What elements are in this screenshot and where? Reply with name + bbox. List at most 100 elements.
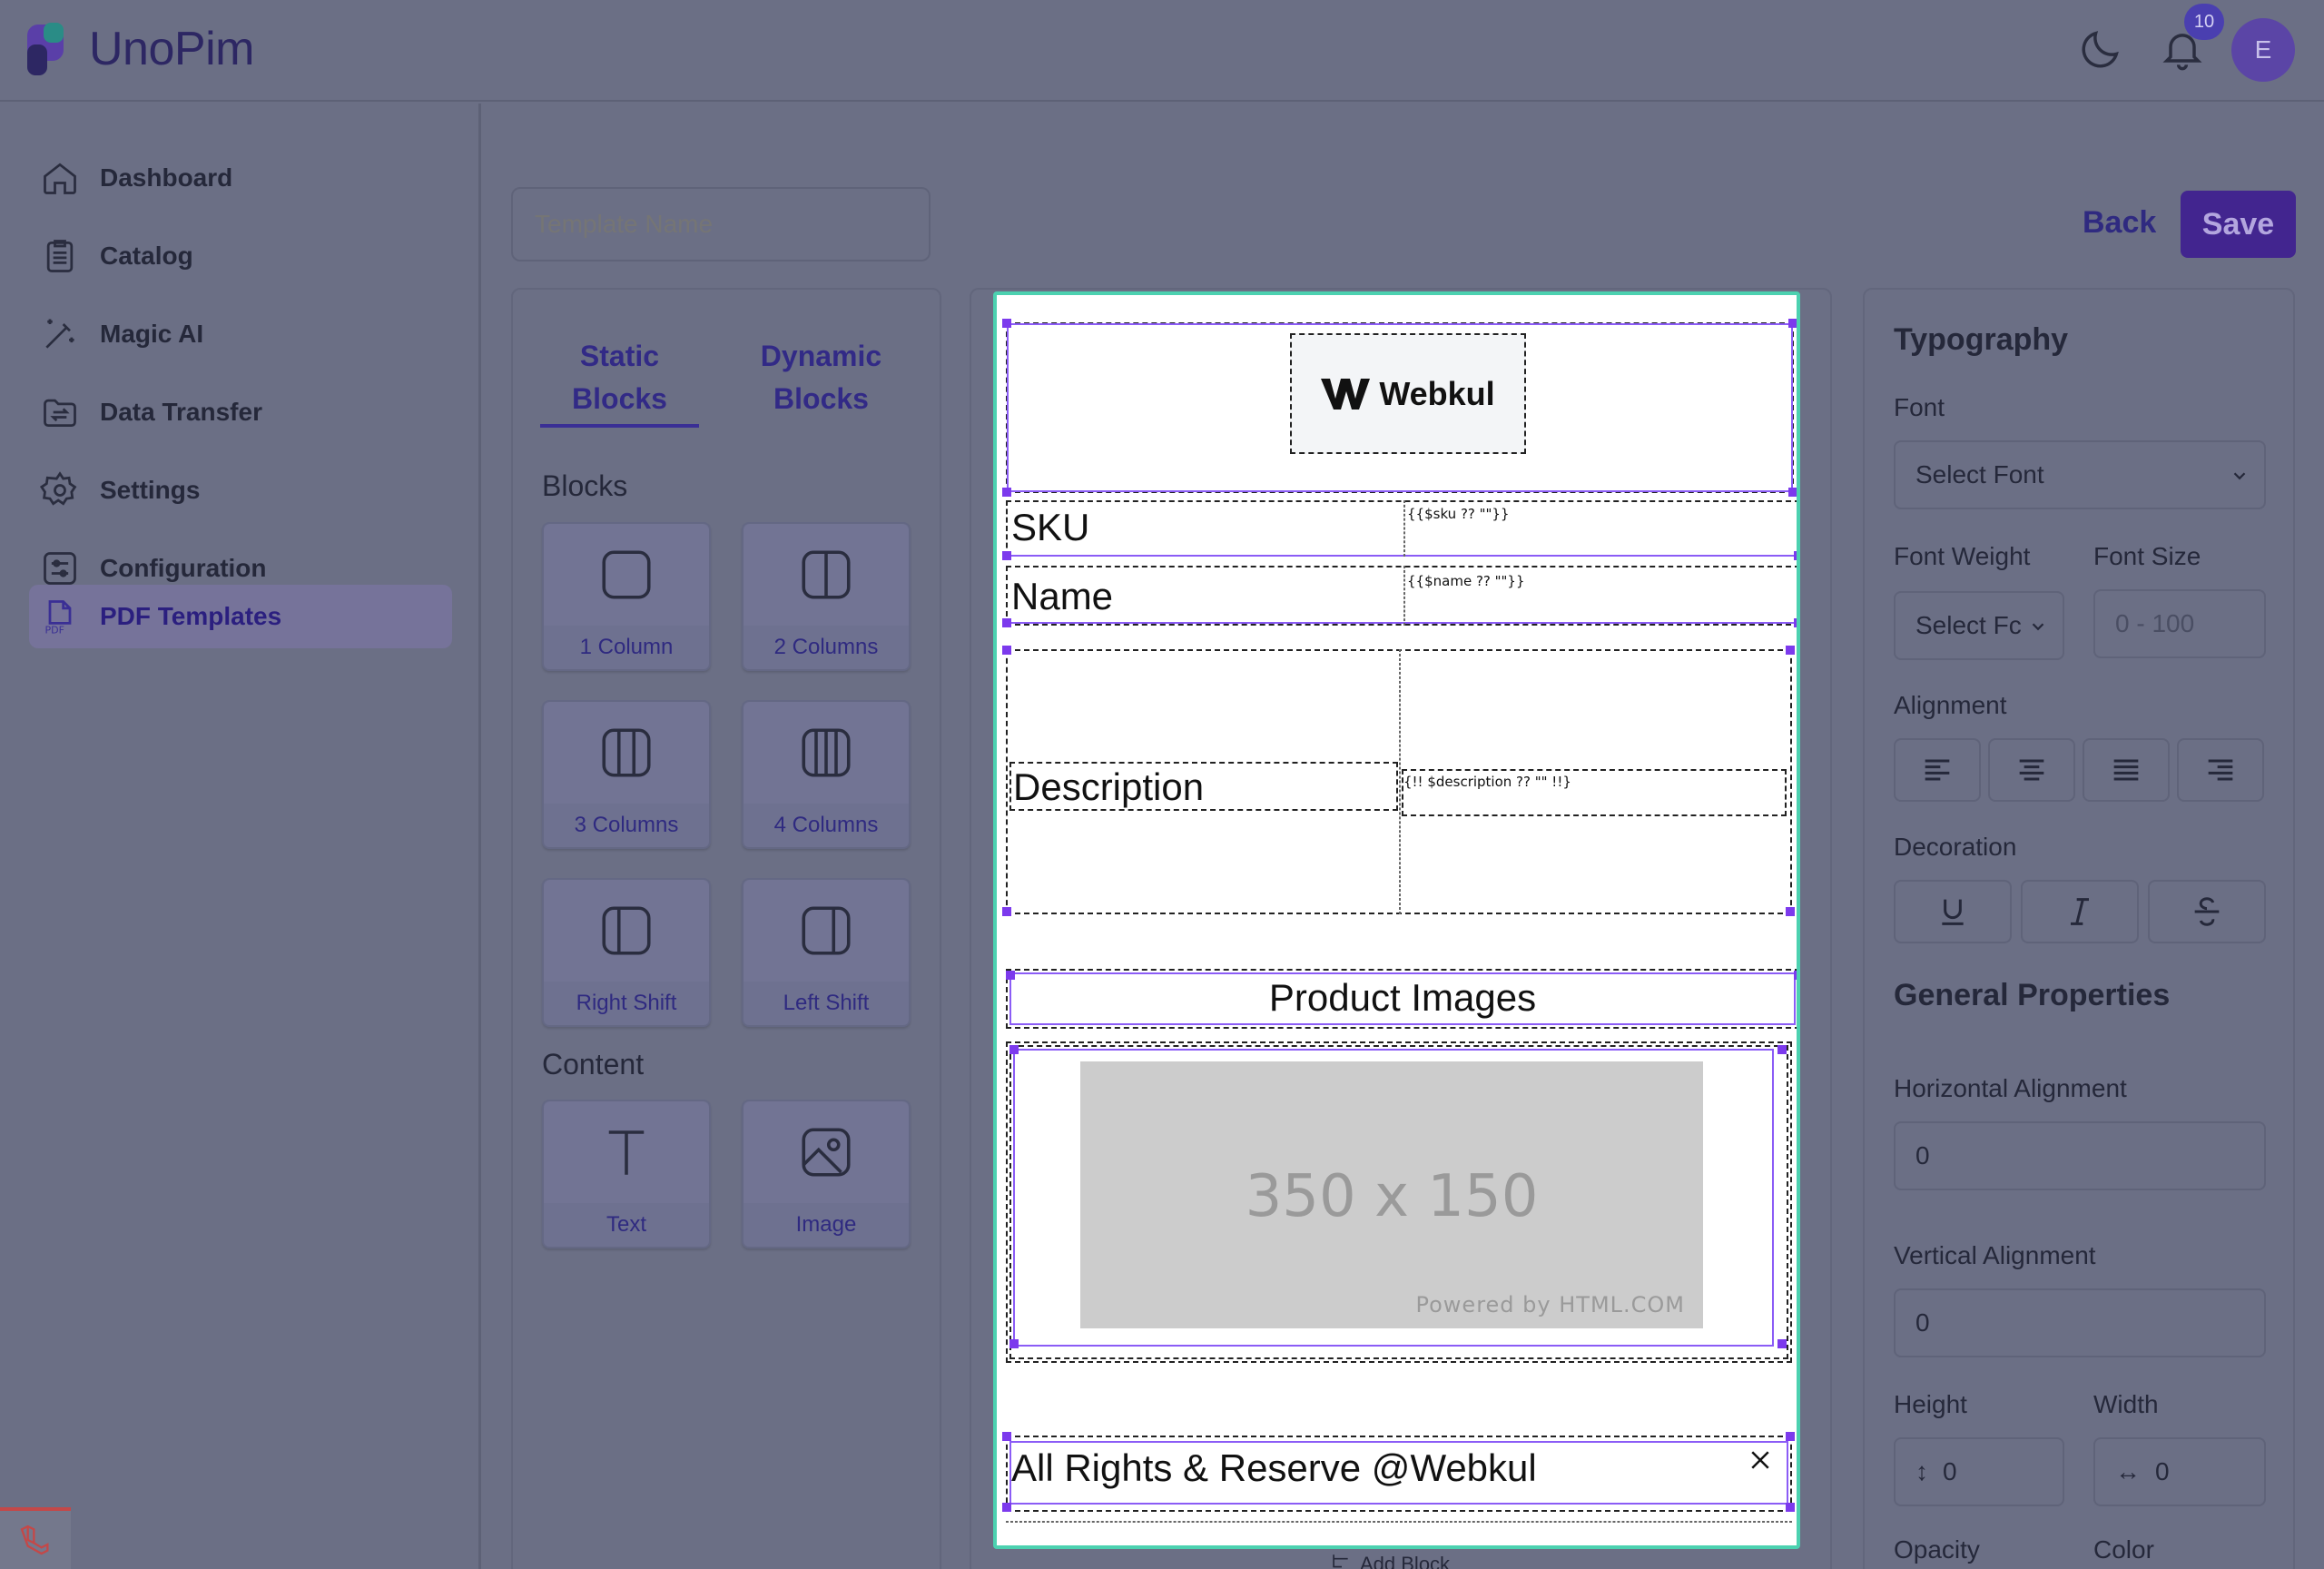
underline-button[interactable] bbox=[1894, 880, 2012, 943]
sidebar-item-pdf-templates[interactable]: PDF PDF Templates bbox=[29, 585, 452, 648]
app-name: UnoPim bbox=[89, 23, 254, 75]
save-button[interactable]: Save bbox=[2181, 191, 2296, 258]
three-columns-icon bbox=[602, 728, 651, 777]
sidebar-item-label: Magic AI bbox=[100, 320, 204, 348]
template-name-input[interactable] bbox=[511, 187, 931, 262]
align-center-button[interactable] bbox=[1988, 738, 2075, 802]
magic-wand-icon bbox=[45, 319, 74, 349]
block-2-columns[interactable]: 2 Columns bbox=[742, 522, 911, 671]
align-left-button[interactable] bbox=[1894, 738, 1981, 802]
vertical-arrows-icon: ↕ bbox=[1915, 1457, 1928, 1485]
sidebar-item-data-transfer[interactable]: Data Transfer bbox=[29, 380, 452, 444]
two-columns-icon bbox=[802, 550, 851, 599]
chevron-down-icon bbox=[2032, 623, 2044, 631]
sidebar-item-settings[interactable]: Settings bbox=[29, 459, 452, 522]
notification-count-badge: 10 bbox=[2184, 4, 2224, 40]
logo-image[interactable]: Webkul bbox=[1290, 333, 1526, 454]
name-label[interactable]: Name bbox=[1011, 575, 1113, 618]
block-right-shift[interactable]: Right Shift bbox=[542, 878, 711, 1027]
align-justify-button[interactable] bbox=[2083, 738, 2170, 802]
vertical-alignment-value: 0 bbox=[1915, 1308, 1930, 1337]
sidebar-item-magic-ai[interactable]: Magic AI bbox=[29, 302, 452, 366]
catalog-icon bbox=[46, 240, 74, 272]
laravel-icon[interactable] bbox=[0, 1507, 71, 1569]
close-icon[interactable] bbox=[1747, 1446, 1774, 1474]
content-section-title: Content bbox=[542, 1048, 645, 1081]
height-value: 0 bbox=[1943, 1457, 1957, 1485]
font-select[interactable]: Select Font bbox=[1894, 440, 2266, 509]
horizontal-alignment-input[interactable]: 0 bbox=[1894, 1121, 2266, 1190]
back-button[interactable]: Back bbox=[2083, 187, 2156, 258]
user-avatar[interactable]: E bbox=[2231, 18, 2295, 82]
block-label: 2 Columns bbox=[773, 635, 879, 659]
product-images-heading[interactable]: Product Images bbox=[1009, 976, 1796, 1020]
sidebar-item-label: Dashboard bbox=[100, 163, 233, 192]
pdf-icon: PDF bbox=[45, 600, 72, 636]
strikethrough-button[interactable] bbox=[2148, 880, 2266, 943]
tab-static-blocks[interactable]: Static Blocks bbox=[540, 335, 699, 428]
font-size-placeholder: 0 - 100 bbox=[2115, 609, 2195, 637]
vertical-alignment-input[interactable]: 0 bbox=[1894, 1288, 2266, 1357]
one-column-icon bbox=[602, 550, 651, 599]
home-icon bbox=[44, 163, 76, 194]
description-label[interactable]: Description bbox=[1013, 765, 1204, 809]
sidebar-item-label: Catalog bbox=[100, 242, 193, 270]
block-label: 4 Columns bbox=[773, 813, 879, 837]
general-properties-title: General Properties bbox=[1894, 978, 2171, 1012]
horizontal-alignment-label: Horizontal Alignment bbox=[1894, 1074, 2127, 1102]
name-value[interactable]: {{$name ?? ""}} bbox=[1407, 573, 1525, 589]
alignment-label: Alignment bbox=[1894, 691, 2007, 719]
font-weight-select-value: Select Fc bbox=[1915, 611, 2022, 639]
block-left-shift[interactable]: Left Shift bbox=[742, 878, 911, 1027]
tab-dynamic-blocks[interactable]: Dynamic Blocks bbox=[742, 335, 901, 420]
sidebar-item-label: Data Transfer bbox=[100, 398, 262, 426]
placeholder-image[interactable]: 350 x 150 Powered by HTML.COM bbox=[1080, 1061, 1703, 1328]
font-size-input[interactable]: 0 - 100 bbox=[2093, 589, 2266, 658]
add-block-button[interactable]: Add Block bbox=[1329, 1553, 1450, 1569]
data-transfer-icon bbox=[44, 399, 76, 428]
gear-icon bbox=[40, 471, 77, 506]
italic-button[interactable] bbox=[2021, 880, 2139, 943]
properties-panel: Typography Font Select Font Font Weight … bbox=[1863, 288, 2295, 1569]
sidebar-item-label: Settings bbox=[100, 476, 201, 504]
block-4-columns[interactable]: 4 Columns bbox=[742, 700, 911, 849]
block-label: Left Shift bbox=[783, 991, 870, 1015]
content-text[interactable]: Text bbox=[542, 1100, 711, 1248]
text-icon bbox=[608, 1130, 645, 1175]
sidebar-item-label: Configuration bbox=[100, 554, 267, 582]
sku-value[interactable]: {{$sku ?? ""}} bbox=[1407, 506, 1510, 522]
pdf-page-canvas[interactable]: Webkul SKU {{$sku ?? ""}} Name {{$name ?… bbox=[993, 291, 1800, 1549]
font-weight-select[interactable]: Select Fc bbox=[1894, 591, 2064, 660]
opacity-label: Opacity bbox=[1894, 1535, 1980, 1564]
left-shift-icon bbox=[802, 906, 851, 955]
placeholder-size-text: 350 x 150 bbox=[1245, 1163, 1539, 1230]
width-input[interactable]: ↔ 0 bbox=[2093, 1437, 2266, 1506]
align-left-icon bbox=[1925, 759, 1950, 781]
dark-mode-moon-icon[interactable] bbox=[2077, 25, 2124, 73]
sidebar-item-catalog[interactable]: Catalog bbox=[29, 224, 452, 288]
add-block-icon bbox=[1333, 1554, 1348, 1568]
footer-text[interactable]: All Rights & Reserve @Webkul bbox=[1011, 1446, 1537, 1490]
height-input[interactable]: ↕ 0 bbox=[1894, 1437, 2064, 1506]
content-image[interactable]: Image bbox=[742, 1100, 911, 1248]
sidebar-item-dashboard[interactable]: Dashboard bbox=[29, 146, 452, 210]
width-value: 0 bbox=[2155, 1457, 2170, 1485]
decoration-label: Decoration bbox=[1894, 833, 2017, 861]
vertical-alignment-label: Vertical Alignment bbox=[1894, 1241, 2096, 1269]
add-block-label: Add Block bbox=[1360, 1553, 1451, 1569]
blocks-section-title: Blocks bbox=[542, 469, 628, 502]
top-bar: UnoPim 10 E bbox=[0, 0, 2324, 102]
content-label: Text bbox=[606, 1212, 646, 1237]
font-size-label: Font Size bbox=[2093, 542, 2201, 570]
description-value[interactable]: {!! $description ?? "" !!} bbox=[1403, 774, 1571, 790]
block-3-columns[interactable]: 3 Columns bbox=[542, 700, 711, 849]
italic-icon bbox=[2071, 898, 2089, 925]
webkul-logo-icon bbox=[1321, 378, 1371, 410]
align-right-button[interactable] bbox=[2177, 738, 2264, 802]
app-logo[interactable]: UnoPim bbox=[27, 22, 254, 76]
sku-label[interactable]: SKU bbox=[1011, 506, 1089, 549]
sliders-icon bbox=[44, 552, 76, 585]
block-1-column[interactable]: 1 Column bbox=[542, 522, 711, 671]
typography-title: Typography bbox=[1894, 322, 2069, 357]
block-label: 1 Column bbox=[579, 635, 674, 659]
